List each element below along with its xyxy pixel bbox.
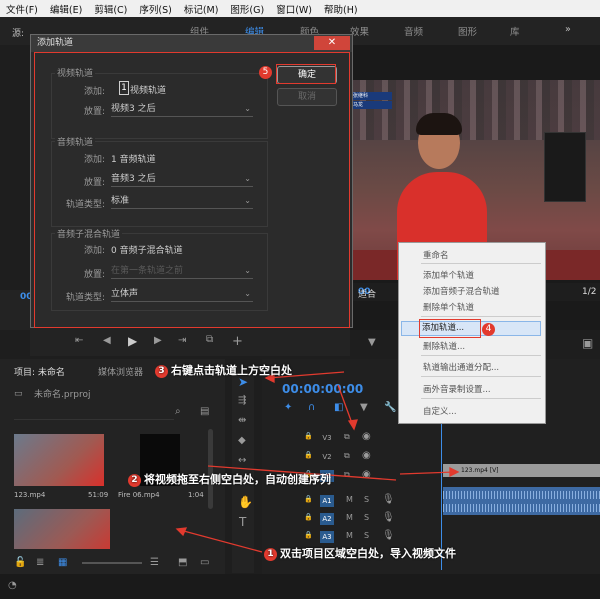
annotation-text: 将视频拖至右侧空白处，自动创建序列: [144, 473, 331, 486]
annotation-number: 2: [128, 474, 141, 487]
annotation-text: 右键点击轨道上方空白处: [171, 364, 292, 377]
annotation-text: 双击项目区域空白处，导入视频文件: [280, 547, 456, 560]
annotation-3: 3 右键点击轨道上方空白处: [155, 362, 292, 378]
annotation-2: 2 将视频拖至右侧空白处，自动创建序列: [128, 471, 331, 487]
annotation-1: 1 双击项目区域空白处，导入视频文件: [264, 545, 456, 561]
annotation-number: 3: [155, 365, 168, 378]
annotation-arrows: [175, 371, 460, 553]
annotation-number: 1: [264, 548, 277, 561]
